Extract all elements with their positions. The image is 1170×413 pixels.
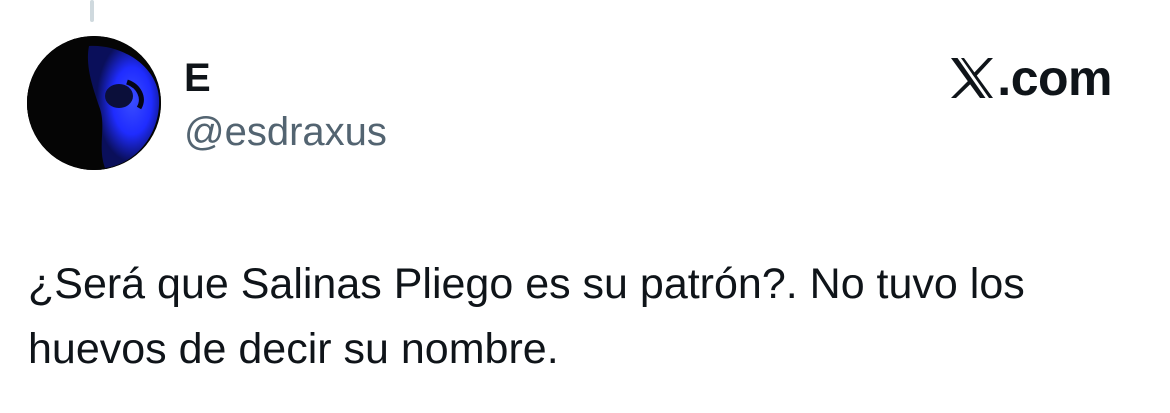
avatar-image [27, 36, 161, 170]
author-display-name[interactable]: E [184, 54, 211, 102]
x-logo-icon [951, 58, 994, 98]
brand-domain-suffix: .com [997, 50, 1112, 106]
author-handle[interactable]: @esdraxus [184, 108, 387, 156]
x-com-brand: .com [949, 52, 1112, 104]
avatar[interactable] [27, 36, 161, 170]
tweet-text: ¿Será que Salinas Pliego es su patrón?. … [28, 260, 1025, 373]
thread-connector-line [90, 0, 94, 22]
